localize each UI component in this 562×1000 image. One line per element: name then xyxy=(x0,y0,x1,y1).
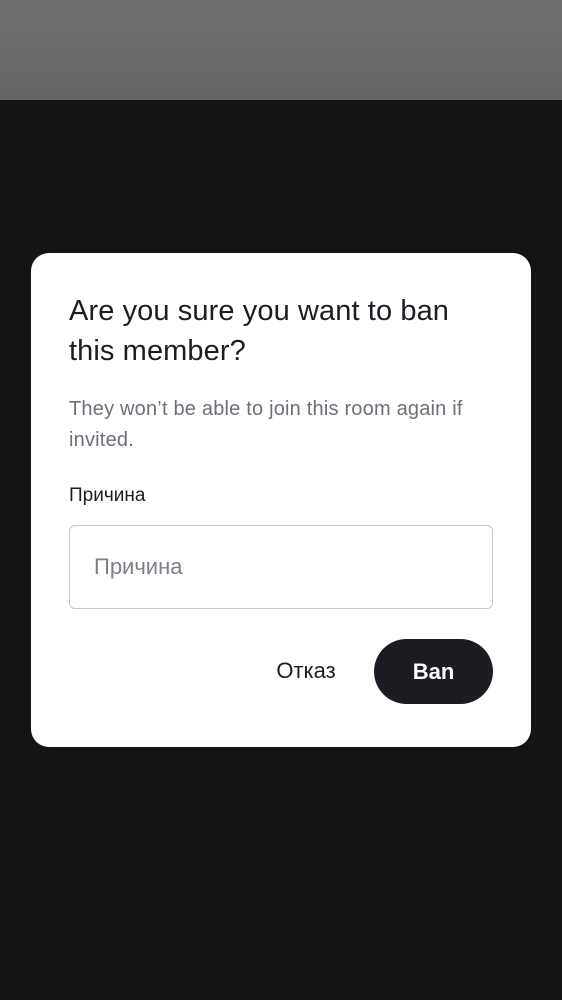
reason-input[interactable] xyxy=(69,525,493,609)
ban-button[interactable]: Ban xyxy=(374,639,493,704)
dialog-title: Are you sure you want to ban this member… xyxy=(69,295,450,367)
ban-member-dialog: Are you sure you want to ban this member… xyxy=(31,253,531,747)
cancel-button[interactable]: Отказ xyxy=(253,639,359,703)
reason-field-label: Причина xyxy=(69,485,146,506)
dialog-description: They won’t be able to join this room aga… xyxy=(69,398,463,451)
status-bar xyxy=(0,0,562,100)
